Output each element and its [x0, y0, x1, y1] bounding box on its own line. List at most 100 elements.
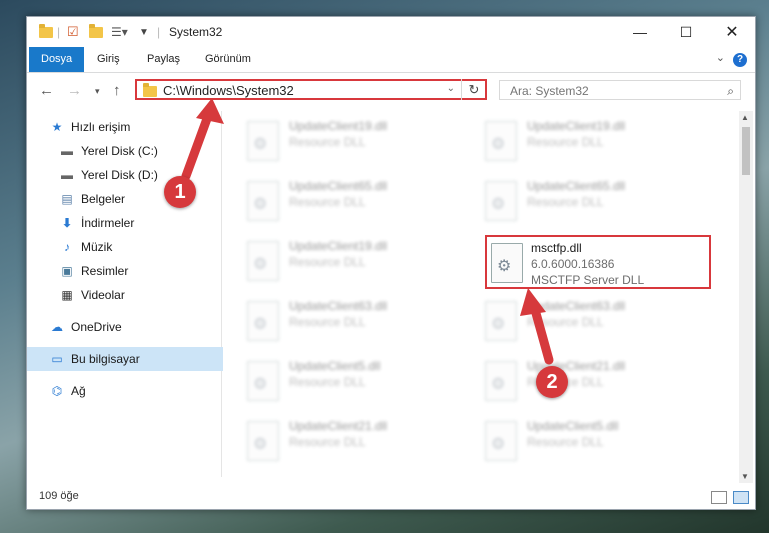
download-icon: ⬇: [61, 216, 73, 230]
network-icon: ⌬: [51, 384, 63, 398]
cloud-icon: ☁: [51, 320, 63, 334]
sidebar-item-network[interactable]: ⌬ Ağ: [27, 379, 243, 403]
search-box[interactable]: ⌕: [499, 80, 741, 100]
dll-file-icon: [485, 181, 517, 221]
sidebar-item-videos[interactable]: ▦ Videolar 📌: [27, 283, 253, 307]
file-description: MSCTFP Server DLL: [531, 273, 645, 287]
tab-giris[interactable]: Giriş: [85, 47, 132, 72]
address-bar[interactable]: C:\Windows\System32 ⌄ ↻: [135, 79, 487, 100]
dll-file-icon: [485, 121, 517, 161]
new-folder-icon[interactable]: [89, 23, 103, 40]
properties-icon[interactable]: ☑: [67, 24, 79, 40]
sidebar-item-disk-c[interactable]: ▬ Yerel Disk (C:) 📌: [27, 139, 253, 163]
maximize-button[interactable]: ☐: [663, 17, 709, 47]
file-tile[interactable]: UpdateClient19.dll Resource DLL: [241, 115, 467, 169]
navigation-pane: ★ Hızlı erişim ▬ Yerel Disk (C:) 📌 ▬ Yer…: [27, 111, 243, 477]
tab-paylas[interactable]: Paylaş: [135, 47, 192, 72]
separator: |: [57, 25, 61, 39]
file-tile[interactable]: UpdateClient21.dll Resource DLL: [479, 355, 705, 409]
minimize-button[interactable]: —: [617, 17, 663, 47]
window-title: System32: [169, 25, 223, 39]
sidebar-item-label: Yerel Disk (D:): [81, 168, 158, 182]
scroll-up-icon[interactable]: ▲: [741, 113, 749, 122]
sidebar-item-downloads[interactable]: ⬇ İndirmeler 📌: [27, 211, 253, 235]
expand-ribbon-icon[interactable]: ⌄: [716, 51, 725, 64]
sidebar-item-label: Yerel Disk (C:): [81, 144, 158, 158]
folder-icon: [143, 83, 157, 97]
separator: |: [157, 25, 161, 39]
sidebar-item-label: Resimler: [81, 264, 129, 278]
tab-dosya[interactable]: Dosya: [29, 47, 85, 72]
dll-file-icon: [247, 361, 279, 401]
file-version: 6.0.6000.16386: [531, 257, 615, 271]
scrollbar-thumb[interactable]: [742, 127, 750, 175]
dll-file-icon: [247, 121, 279, 161]
dll-file-icon: [247, 241, 279, 281]
file-tile-msctfp[interactable]: msctfp.dll 6.0.6000.16386 MSCTFP Server …: [485, 235, 711, 289]
status-bar: 109 öğe: [27, 487, 755, 509]
dll-file-icon: [491, 243, 523, 283]
drive-icon: ▬: [61, 168, 73, 182]
dll-file-icon: [247, 421, 279, 461]
close-button[interactable]: ✕: [709, 17, 755, 47]
step-1-badge: 1: [164, 176, 196, 208]
forward-button[interactable]: →: [67, 82, 82, 99]
file-tile[interactable]: UpdateClient63.dll Resource DLL: [479, 295, 705, 349]
address-path[interactable]: C:\Windows\System32: [163, 83, 294, 98]
dll-file-icon: [485, 301, 517, 341]
file-tile[interactable]: UpdateClient65.dll Resource DLL: [479, 175, 705, 229]
item-count: 109 öğe: [39, 490, 79, 502]
tab-gorunum[interactable]: Görünüm: [193, 47, 263, 72]
title-bar: | ☑ ☰▾ ▼ | System32 — ☐ ✕: [27, 17, 755, 47]
sidebar-item-label: OneDrive: [71, 320, 122, 334]
dll-file-icon: [247, 301, 279, 341]
scroll-down-icon[interactable]: ▼: [741, 472, 749, 481]
sidebar-item-music[interactable]: ♪ Müzik 📌: [27, 235, 253, 259]
large-icons-view-icon[interactable]: [733, 491, 749, 504]
up-button[interactable]: ↑: [113, 82, 121, 99]
picture-icon: ▣: [61, 264, 73, 278]
search-input[interactable]: [508, 83, 712, 99]
explorer-window: | ☑ ☰▾ ▼ | System32 — ☐ ✕ Dosya Giriş Pa…: [26, 16, 756, 510]
recent-locations-icon[interactable]: ▾: [95, 86, 100, 97]
sidebar-item-disk-d[interactable]: ▬ Yerel Disk (D:) 📌: [27, 163, 253, 187]
sidebar-item-label: İndirmeler: [81, 216, 135, 230]
vertical-scrollbar[interactable]: ▲ ▼: [739, 111, 753, 483]
file-tile[interactable]: UpdateClient63.dll Resource DLL: [241, 295, 467, 349]
file-tile[interactable]: UpdateClient65.dll Resource DLL: [241, 175, 467, 229]
dll-file-icon: [485, 361, 517, 401]
sidebar-item-label: Videolar: [81, 288, 125, 302]
dll-file-icon: [485, 421, 517, 461]
chevron-down-icon[interactable]: ▼: [139, 24, 149, 40]
back-button[interactable]: ←: [39, 82, 54, 99]
customize-quick-access-icon[interactable]: ☰▾: [111, 24, 128, 40]
file-tile[interactable]: UpdateClient21.dll Resource DLL: [241, 415, 467, 469]
file-list: UpdateClient19.dll Resource DLL UpdateCl…: [223, 111, 739, 477]
star-icon: ★: [51, 120, 63, 134]
computer-icon: ▭: [51, 352, 63, 366]
file-tile[interactable]: UpdateClient5.dll Resource DLL: [479, 415, 705, 469]
navigation-bar: ← → ▾ ↑ C:\Windows\System32 ⌄ ↻ ⌕: [27, 73, 755, 107]
chevron-down-icon[interactable]: ⌄: [447, 83, 455, 94]
sidebar-item-label: Bu bilgisayar: [71, 352, 140, 366]
sidebar-item-label: Hızlı erişim: [71, 120, 131, 134]
folder-icon: [39, 23, 53, 40]
refresh-button[interactable]: ↻: [461, 79, 486, 100]
details-view-icon[interactable]: [711, 491, 727, 504]
sidebar-item-onedrive[interactable]: ☁ OneDrive: [27, 315, 243, 339]
file-tile[interactable]: UpdateClient19.dll Resource DLL: [241, 235, 467, 289]
sidebar-item-quick-access[interactable]: ★ Hızlı erişim: [27, 115, 243, 139]
document-icon: ▤: [61, 192, 73, 206]
file-tile[interactable]: UpdateClient19.dll Resource DLL: [479, 115, 705, 169]
video-icon: ▦: [61, 288, 73, 302]
ribbon: Dosya Giriş Paylaş Görünüm ⌄ ?: [27, 47, 755, 73]
sidebar-item-label: Ağ: [71, 384, 86, 398]
sidebar-item-this-pc[interactable]: ▭ Bu bilgisayar: [27, 347, 243, 371]
file-tile[interactable]: UpdateClient5.dll Resource DLL: [241, 355, 467, 409]
help-icon[interactable]: ?: [733, 53, 747, 67]
search-icon[interactable]: ⌕: [727, 84, 734, 99]
sidebar-item-pictures[interactable]: ▣ Resimler 📌: [27, 259, 253, 283]
sidebar-item-label: Müzik: [81, 240, 113, 254]
sidebar-item-documents[interactable]: ▤ Belgeler 📌: [27, 187, 253, 211]
dll-file-icon: [247, 181, 279, 221]
